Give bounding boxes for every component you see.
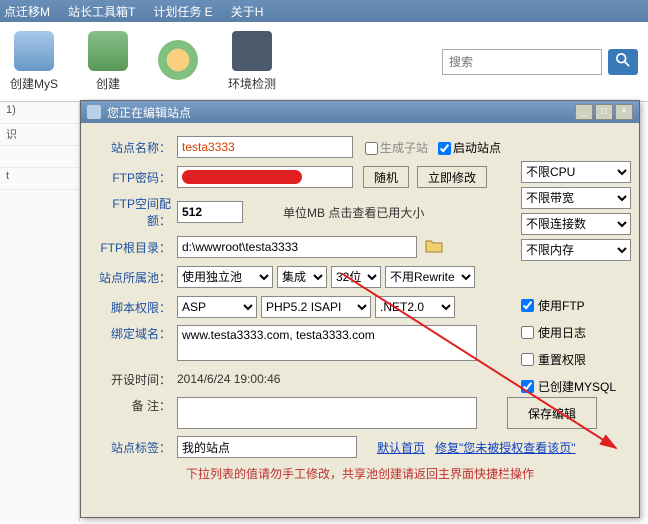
quota-input[interactable] [177, 201, 243, 223]
label-tag: 站点标签： [91, 439, 177, 456]
menu-item[interactable]: 点迁移M [4, 3, 50, 20]
label-script: 脚本权限： [91, 299, 177, 316]
net-select[interactable]: .NET2.0 [375, 296, 455, 318]
monitor-icon [232, 31, 272, 71]
use-ftp-check[interactable]: 使用FTP [521, 297, 631, 314]
tool-create[interactable]: 创建 [88, 31, 128, 92]
edit-site-dialog: 您正在编辑站点 _ □ × 不限CPU 不限带宽 不限连接数 不限内存 使用FT… [80, 100, 640, 518]
ftp-password-input[interactable] [177, 166, 353, 188]
tool-create-mysql[interactable]: 创建MyS [10, 31, 58, 92]
search-button[interactable] [608, 49, 638, 75]
grid-cell: 识 [0, 124, 79, 146]
bandwidth-limit-select[interactable]: 不限带宽 [521, 187, 631, 209]
enable-site-check[interactable]: 启动站点 [438, 139, 501, 156]
asp-select[interactable]: ASP [177, 296, 257, 318]
remark-textarea[interactable] [177, 397, 477, 429]
fix-auth-link[interactable]: 修复"您未被授权查看该页" [435, 439, 576, 456]
label-remark: 备 注： [91, 397, 177, 414]
search-area [442, 49, 638, 75]
grid-cell: 1) [0, 102, 79, 124]
dialog-titlebar[interactable]: 您正在编辑站点 _ □ × [81, 101, 639, 123]
dialog-title: 您正在编辑站点 [107, 104, 191, 121]
memory-limit-select[interactable]: 不限内存 [521, 239, 631, 261]
app-icon [87, 105, 101, 119]
pie-icon [158, 40, 198, 80]
label-open-time: 开设时间： [91, 371, 177, 388]
database-icon [88, 31, 128, 71]
mysql-created-check[interactable]: 已创建MYSQL [521, 378, 631, 395]
warning-text: 下拉列表的值请勿手工修改，共享池创建请返回主界面快捷栏操作 [91, 465, 629, 482]
label-root: FTP根目录： [91, 239, 177, 256]
redacted-mark [182, 170, 302, 184]
site-name-input[interactable] [177, 136, 353, 158]
quota-note[interactable]: 单位MB 点击查看已用大小 [283, 204, 424, 221]
domain-textarea[interactable]: www.testa3333.com, testa3333.com [177, 325, 477, 361]
minimize-button[interactable]: _ [575, 104, 593, 120]
close-button[interactable]: × [615, 104, 633, 120]
search-input[interactable] [442, 49, 602, 75]
use-log-check[interactable]: 使用日志 [521, 324, 631, 341]
grid-cell: t [0, 168, 79, 190]
rewrite-select[interactable]: 不用Rewrite [385, 266, 475, 288]
default-page-link[interactable]: 默认首页 [377, 439, 425, 456]
modify-button[interactable]: 立即修改 [417, 166, 487, 188]
site-tag-input[interactable] [177, 436, 357, 458]
label-ftp-pwd: FTP密码： [91, 169, 177, 186]
integration-select[interactable]: 集成 [277, 266, 327, 288]
label-site-name: 站点名称： [91, 139, 177, 156]
random-button[interactable]: 随机 [363, 166, 409, 188]
right-limits: 不限CPU 不限带宽 不限连接数 不限内存 [521, 135, 631, 261]
tool-pie[interactable] [158, 40, 198, 84]
menu-item[interactable]: 站长工具箱T [68, 3, 135, 20]
label-domain: 绑定域名： [91, 325, 177, 342]
toolbar: 创建MyS 创建 环境检测 [0, 22, 648, 102]
label-quota: FTP空间配额： [91, 195, 177, 229]
bits-select[interactable]: 32位 [331, 266, 381, 288]
menu-item[interactable]: 关于H [231, 3, 264, 20]
search-icon [616, 53, 630, 67]
open-time-value: 2014/6/24 19:00:46 [177, 372, 280, 386]
label-pool: 站点所属池： [91, 269, 177, 286]
folder-icon [425, 238, 443, 254]
maximize-button[interactable]: □ [595, 104, 613, 120]
save-button[interactable]: 保存编辑 [507, 397, 597, 429]
menubar: 点迁移M 站长工具箱T 计划任务 E 关于H [0, 0, 648, 22]
database-icon [14, 31, 54, 71]
php-select[interactable]: PHP5.2 ISAPI [261, 296, 371, 318]
left-grid: 1) 识 t [0, 102, 80, 522]
browse-folder-button[interactable] [425, 238, 443, 257]
grid-cell [0, 146, 79, 168]
reset-perm-check[interactable]: 重置权限 [521, 351, 631, 368]
pool-select[interactable]: 使用独立池 [177, 266, 273, 288]
gen-substation-check[interactable]: 生成子站 [365, 139, 428, 156]
right-checks: 使用FTP 使用日志 重置权限 已创建MYSQL [521, 297, 631, 395]
menu-item[interactable]: 计划任务 E [153, 3, 212, 20]
root-input[interactable] [177, 236, 417, 258]
cpu-limit-select[interactable]: 不限CPU [521, 161, 631, 183]
tool-env[interactable]: 环境检测 [228, 31, 276, 92]
connections-limit-select[interactable]: 不限连接数 [521, 213, 631, 235]
